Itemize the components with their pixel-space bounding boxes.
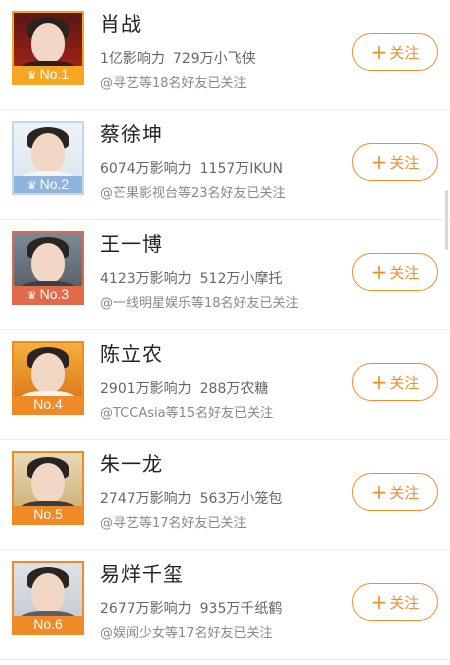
star-stats: 2901万影响力 288万农糖 <box>100 378 268 398</box>
avatar-face <box>31 23 65 63</box>
list-item[interactable]: No.4 陈立农 2901万影响力 288万农糖 @TCCAsia等15名好友已关… <box>0 330 450 440</box>
avatar-face <box>31 573 65 613</box>
influence-count: 2747万影响力 <box>100 491 192 507</box>
fan-count: 288万农糖 <box>199 381 269 397</box>
ranking-list: ♛ No.1 肖战 1亿影响力 729万小飞侠 @寻艺等18名好友已关注 + 关注 ♛… <box>0 0 450 665</box>
influence-count: 6074万影响力 <box>100 161 192 177</box>
crown-icon: ♛ <box>26 290 37 302</box>
plus-icon: + <box>370 150 388 174</box>
rank-badge: ♛ No.2 <box>14 176 82 193</box>
list-item[interactable]: ♛ No.2 蔡徐坤 6074万影响力 1157万IKUN @芒果影视台等23名好友… <box>0 110 450 220</box>
influence-count: 1亿影响力 <box>100 51 165 67</box>
rank-badge: No.4 <box>14 396 82 413</box>
crown-icon: ♛ <box>26 70 37 82</box>
rank-badge: No.6 <box>14 616 82 633</box>
star-name[interactable]: 陈立农 <box>100 338 163 367</box>
fan-count: 935万千纸鹤 <box>199 601 283 617</box>
plus-icon: + <box>370 260 388 284</box>
follow-button[interactable]: + 关注 <box>352 33 438 71</box>
star-name[interactable]: 肖战 <box>100 8 142 37</box>
crown-icon: ♛ <box>26 180 37 192</box>
rank-badge: ♛ No.3 <box>14 286 82 303</box>
follow-button[interactable]: + 关注 <box>352 253 438 291</box>
star-name[interactable]: 王一博 <box>100 228 163 257</box>
rank-badge: ♛ No.1 <box>14 66 82 83</box>
avatar[interactable]: ♛ No.2 <box>12 121 84 195</box>
list-item[interactable]: ♛ No.3 王一博 4123万影响力 512万小摩托 @一线明星娱乐等18名好友已… <box>0 220 450 330</box>
scrollbar[interactable] <box>445 190 448 250</box>
follow-button[interactable]: + 关注 <box>352 583 438 621</box>
fan-count: 1157万IKUN <box>199 161 283 177</box>
avatar[interactable]: No.5 <box>12 451 84 525</box>
avatar-face <box>31 133 65 173</box>
plus-icon: + <box>370 370 388 394</box>
star-stats: 1亿影响力 729万小飞侠 <box>100 48 256 68</box>
fan-count: 563万小笼包 <box>199 491 283 507</box>
star-name[interactable]: 易烊千玺 <box>100 558 184 587</box>
follow-button[interactable]: + 关注 <box>352 363 438 401</box>
avatar-face <box>31 463 65 503</box>
fan-count: 512万小摩托 <box>199 271 283 287</box>
rank-badge: No.5 <box>14 506 82 523</box>
list-item[interactable]: No.5 朱一龙 2747万影响力 563万小笼包 @寻艺等17名好友已关注 + 关… <box>0 440 450 550</box>
influence-count: 4123万影响力 <box>100 271 192 287</box>
friends-following: @寻艺等17名好友已关注 <box>100 516 247 531</box>
friends-following: @寻艺等18名好友已关注 <box>100 76 247 91</box>
follow-button[interactable]: + 关注 <box>352 473 438 511</box>
friends-following: @TCCAsia等15名好友已关注 <box>100 406 274 421</box>
avatar[interactable]: ♛ No.3 <box>12 231 84 305</box>
plus-icon: + <box>370 590 388 614</box>
star-stats: 2747万影响力 563万小笼包 <box>100 488 282 508</box>
avatar-face <box>31 243 65 283</box>
star-stats: 4123万影响力 512万小摩托 <box>100 268 282 288</box>
avatar[interactable]: ♛ No.1 <box>12 11 84 85</box>
star-name[interactable]: 蔡徐坤 <box>100 118 163 147</box>
friends-following: @一线明星娱乐等18名好友已关注 <box>100 296 299 311</box>
influence-count: 2901万影响力 <box>100 381 192 397</box>
avatar[interactable]: No.6 <box>12 561 84 635</box>
star-name[interactable]: 朱一龙 <box>100 448 163 477</box>
influence-count: 2677万影响力 <box>100 601 192 617</box>
friends-following: @芒果影视台等23名好友已关注 <box>100 186 286 201</box>
star-stats: 6074万影响力 1157万IKUN <box>100 158 283 178</box>
star-stats: 2677万影响力 935万千纸鹤 <box>100 598 282 618</box>
list-item[interactable]: No.6 易烊千玺 2677万影响力 935万千纸鹤 @娱闻少女等17名好友已关注… <box>0 550 450 660</box>
fan-count: 729万小飞侠 <box>172 51 256 67</box>
friends-following: @娱闻少女等17名好友已关注 <box>100 626 273 641</box>
follow-button[interactable]: + 关注 <box>352 143 438 181</box>
list-item[interactable]: ♛ No.1 肖战 1亿影响力 729万小飞侠 @寻艺等18名好友已关注 + 关注 <box>0 0 450 110</box>
plus-icon: + <box>370 480 388 504</box>
plus-icon: + <box>370 40 388 64</box>
avatar[interactable]: No.4 <box>12 341 84 415</box>
avatar-face <box>31 353 65 393</box>
